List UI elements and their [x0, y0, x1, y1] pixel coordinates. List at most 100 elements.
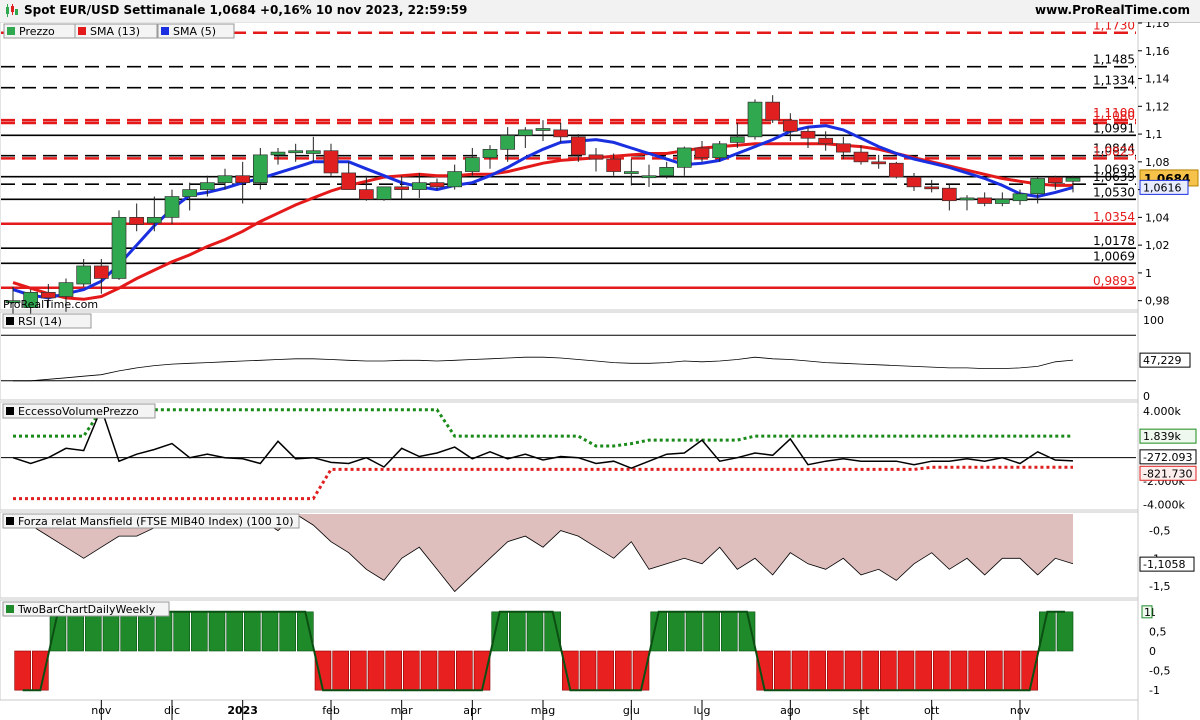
candle-body — [694, 147, 710, 159]
level-label: 0,9893 — [1093, 274, 1135, 288]
twobar-bar — [986, 650, 1003, 691]
twobar-bar — [191, 611, 208, 652]
twobar-bar — [350, 650, 367, 691]
candle-body — [871, 161, 887, 165]
watermark-text: ProRealTime.com — [3, 298, 98, 311]
twobar-bar — [367, 650, 385, 691]
twobar-bar — [456, 650, 473, 691]
legend-label: SMA (13) — [90, 25, 140, 38]
brand-link[interactable]: www.ProRealTime.com — [1035, 3, 1190, 17]
twobar-bar — [332, 650, 349, 691]
candle-body — [1065, 177, 1081, 182]
twobar-bar — [968, 650, 985, 691]
twobar-bar — [668, 611, 685, 652]
candle-body — [623, 171, 639, 174]
candle-body — [93, 265, 109, 279]
twobar-bar — [632, 650, 650, 691]
sma5-value: 1,0616 — [1143, 181, 1182, 194]
panel-0-frame — [0, 22, 1139, 311]
x-axis-label: apr — [463, 704, 482, 717]
level-label: 1,0639 — [1093, 170, 1135, 184]
twobar-bar — [915, 650, 932, 691]
twobar-bar — [615, 650, 632, 691]
candle-body — [288, 150, 304, 154]
twobar-bar — [738, 611, 756, 652]
twobar-bar — [85, 611, 102, 652]
price-axis-tick: 1,12 — [1145, 100, 1170, 113]
candle-body — [270, 151, 286, 156]
twobar-bar — [314, 650, 332, 691]
level-label: 1,0991 — [1093, 121, 1135, 135]
candle-body — [376, 186, 392, 200]
candle-body — [959, 197, 975, 201]
volume-axis-tick: 4.000k — [1143, 405, 1181, 418]
legend-swatch — [161, 27, 169, 35]
twobar-bar — [420, 650, 438, 691]
level-label: 1,0069 — [1093, 249, 1135, 263]
twobar-bar — [844, 650, 862, 691]
candle-body — [782, 119, 798, 132]
candle-body — [411, 182, 427, 190]
twobar-bar — [1003, 650, 1021, 691]
level-label: 1,0178 — [1093, 234, 1135, 248]
twobar-bar — [703, 611, 720, 652]
x-axis-label: mag — [531, 704, 555, 717]
candle-body — [252, 154, 268, 184]
x-axis-label: 2023 — [227, 704, 258, 717]
twobar-bar — [562, 650, 579, 691]
candle-body — [464, 157, 480, 172]
twobar-bar — [809, 650, 826, 691]
twobar-bar — [385, 650, 402, 691]
rsi-swatch — [6, 317, 14, 325]
candlestick-logo-icon — [6, 4, 18, 17]
rsi-axis-tick: 100 — [1143, 314, 1164, 327]
candle-body — [199, 182, 215, 190]
candle-body — [835, 143, 851, 153]
twobar-bar — [1056, 611, 1074, 652]
candle-body — [888, 162, 904, 178]
candle-body — [853, 151, 869, 163]
candle-body — [535, 128, 551, 131]
candle-body — [341, 172, 357, 190]
rsi-value: 47,229 — [1143, 354, 1182, 367]
twobar-bar — [791, 650, 809, 691]
mansfield-value: -1,1058 — [1143, 558, 1185, 571]
candle-body — [800, 130, 816, 139]
candle-body — [447, 171, 463, 188]
twobar-title: TwoBarChartDailyWeekly — [17, 603, 156, 616]
twobar-bar — [1039, 611, 1056, 652]
candle-body — [906, 176, 922, 188]
x-axis-label: dic — [164, 704, 180, 717]
twobar-bar — [597, 650, 614, 691]
twobar-bar — [14, 650, 31, 691]
twobar-bar — [102, 611, 120, 652]
twobar-swatch — [6, 605, 14, 613]
chart-title: Spot EUR/USD Settimanale 1,0684 +0,16% 1… — [24, 3, 468, 17]
candle-body — [659, 167, 675, 177]
volume-axis-tick: -4.000k — [1143, 498, 1185, 511]
candle-body — [182, 189, 198, 197]
x-axis-label: mar — [391, 704, 413, 717]
chart-canvas[interactable]: 1,181,161,141,121,11,081,061,041,0210,98… — [0, 22, 1200, 720]
twobar-value: 1 — [1144, 606, 1151, 619]
x-axis-label: feb — [322, 704, 340, 717]
candle-body — [76, 265, 92, 285]
candle-body — [570, 136, 586, 156]
candle-body — [517, 129, 533, 136]
level-label: 1,0354 — [1093, 210, 1135, 224]
candle-body — [994, 198, 1010, 204]
candle-body — [1047, 176, 1063, 184]
twobar-bar — [526, 611, 544, 652]
x-axis-label: lug — [693, 704, 710, 717]
twobar-bar — [438, 650, 455, 691]
twobar-bar — [120, 611, 137, 652]
level-label: 1,1485 — [1093, 53, 1135, 67]
candle-body — [164, 196, 180, 218]
price-axis-tick: 1,1 — [1145, 128, 1163, 141]
twobar-bar — [897, 650, 915, 691]
twobar-bar — [933, 650, 950, 691]
twobar-axis-tick: 0,5 — [1149, 625, 1167, 638]
price-axis-tick: 1,08 — [1145, 156, 1170, 169]
twobar-bar — [244, 611, 261, 652]
x-axis-label: ago — [780, 704, 801, 717]
